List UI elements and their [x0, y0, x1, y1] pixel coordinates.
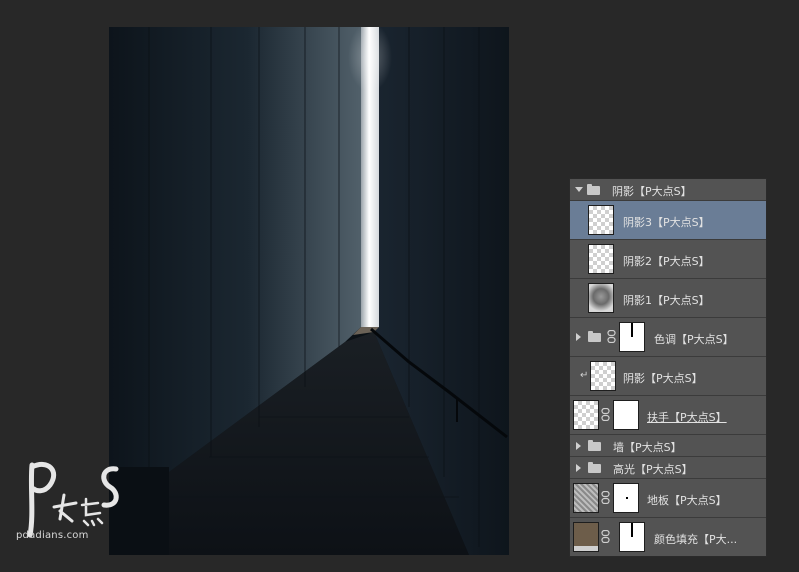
layer-row-shadow1[interactable]: 阴影1【P大点S】	[570, 279, 766, 318]
layer-thumbnail	[573, 400, 599, 430]
layer-row-shadow3[interactable]: 阴影3【P大点S】	[570, 201, 766, 240]
layer-row-group-tone[interactable]: 色调【P大点S】	[570, 318, 766, 357]
folder-icon	[587, 184, 600, 195]
layer-row-color-fill[interactable]: 颜色填充【P大...	[570, 518, 766, 556]
layer-mask-thumbnail[interactable]	[619, 322, 645, 352]
layer-name[interactable]: 墙【P大点S】	[613, 439, 682, 455]
layer-row-group-shadow[interactable]: 阴影【P大点S】	[570, 179, 766, 201]
disclosure-triangle-icon[interactable]	[576, 333, 581, 341]
folder-icon	[588, 440, 601, 451]
layers-panel: 阴影【P大点S】 阴影3【P大点S】 阴影2【P大点S】 阴影1【P大点S】 色…	[569, 178, 767, 557]
layer-name[interactable]: 阴影3【P大点S】	[623, 214, 710, 230]
layer-row-group-highlight[interactable]: 高光【P大点S】	[570, 457, 766, 479]
layer-name[interactable]: 扶手【P大点S】	[647, 409, 727, 425]
chain-link-icon[interactable]	[601, 530, 610, 543]
folder-icon	[588, 331, 601, 342]
layer-row-shadow2[interactable]: 阴影2【P大点S】	[570, 240, 766, 279]
corridor-artwork	[109, 27, 509, 555]
layer-name[interactable]: 阴影1【P大点S】	[623, 292, 710, 308]
watermark-site-text: pdadians.com	[16, 530, 89, 541]
disclosure-triangle-icon[interactable]	[575, 187, 583, 192]
layer-name[interactable]: 高光【P大点S】	[613, 461, 693, 477]
disclosure-triangle-icon[interactable]	[576, 442, 581, 450]
layer-name[interactable]: 地板【P大点S】	[647, 492, 727, 508]
layer-name[interactable]: 阴影2【P大点S】	[623, 253, 710, 269]
clipping-arrow-icon: ↵	[580, 370, 589, 381]
layer-row-shadow-clipped[interactable]: ↵ 阴影【P大点S】	[570, 357, 766, 396]
chain-link-icon[interactable]	[601, 408, 610, 421]
disclosure-triangle-icon[interactable]	[576, 464, 581, 472]
layer-mask-thumbnail[interactable]	[613, 483, 639, 513]
layer-row-group-wall[interactable]: 墙【P大点S】	[570, 435, 766, 457]
layer-name[interactable]: 色调【P大点S】	[654, 331, 734, 347]
chain-link-icon[interactable]	[607, 330, 616, 343]
layer-thumbnail	[590, 361, 616, 391]
document-canvas[interactable]	[109, 27, 509, 555]
layer-name[interactable]: 阴影【P大点S】	[623, 370, 703, 386]
layer-mask-thumbnail[interactable]	[619, 522, 645, 552]
folder-icon	[588, 462, 601, 473]
layer-row-handrail[interactable]: 扶手【P大点S】	[570, 396, 766, 435]
layer-mask-thumbnail[interactable]	[613, 400, 639, 430]
layer-row-floor[interactable]: 地板【P大点S】	[570, 479, 766, 518]
layer-name[interactable]: 颜色填充【P大...	[654, 531, 737, 547]
layer-name[interactable]: 阴影【P大点S】	[612, 183, 692, 199]
fill-color-swatch[interactable]	[573, 522, 599, 552]
layer-thumbnail	[588, 244, 614, 274]
layer-thumbnail	[588, 205, 614, 235]
layer-thumbnail	[573, 483, 599, 513]
layer-thumbnail	[588, 283, 614, 313]
chain-link-icon[interactable]	[601, 491, 610, 504]
